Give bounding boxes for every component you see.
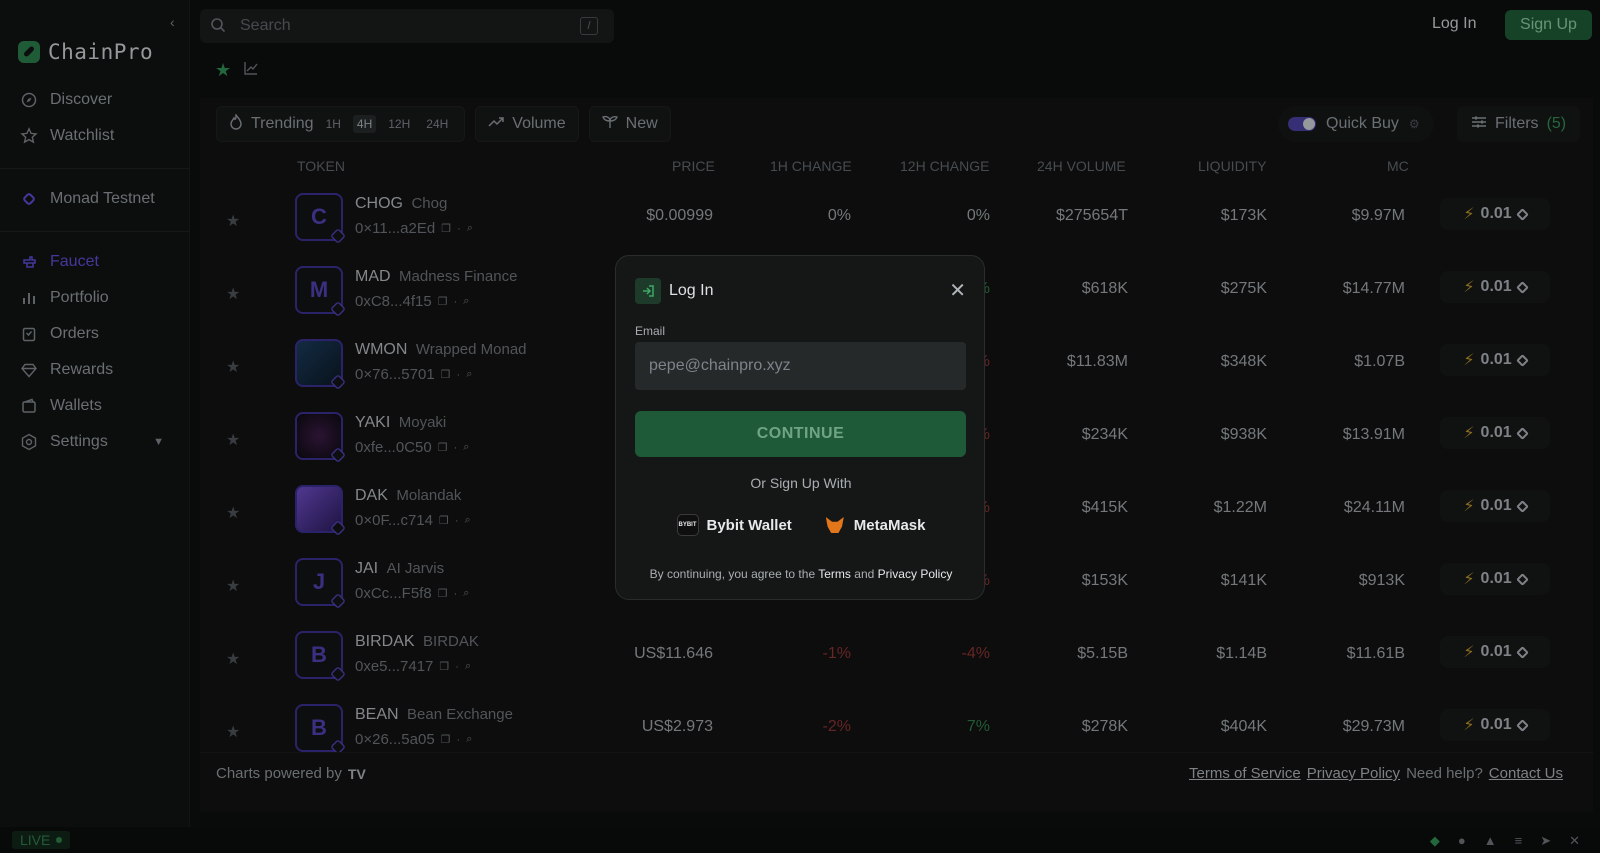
modal-terms-link[interactable]: Terms [818,567,851,581]
or-signup-label: Or Sign Up With [750,475,852,491]
terms-and: and [854,567,875,581]
modal-privacy-link[interactable]: Privacy Policy [878,567,953,581]
metamask-button[interactable]: MetaMask [824,514,926,536]
bybit-wallet-button[interactable]: BYBIT Bybit Wallet [676,514,792,536]
metamask-fox-icon [824,514,846,536]
login-icon [635,278,661,304]
bybit-label: Bybit Wallet [706,516,792,534]
terms-prefix: By continuing, you agree to the [649,567,816,581]
app-root: ‹ ChainPro Discover Watchlist Monad Test… [0,0,1600,853]
email-field[interactable] [635,342,966,390]
modal-header: Log In [635,278,713,304]
wallet-options: BYBIT Bybit Wallet MetaMask [616,514,986,536]
modal-title: Log In [669,282,714,299]
bybit-icon: BYBIT [676,514,699,536]
login-modal: Log In ✕ Email CONTINUE Or Sign Up With … [615,255,985,600]
terms-notice: By continuing, you agree to the Terms an… [616,567,986,581]
close-icon[interactable]: ✕ [949,278,966,303]
metamask-label: MetaMask [853,516,926,534]
email-label: Email [635,324,666,338]
continue-button[interactable]: CONTINUE [635,411,966,457]
